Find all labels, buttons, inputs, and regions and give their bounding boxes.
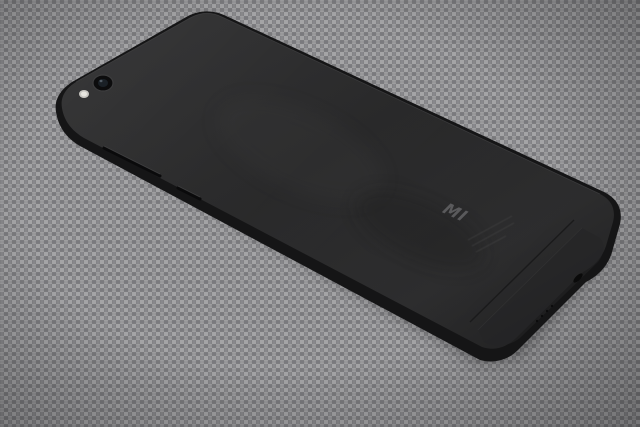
photo-scene: MI (0, 0, 640, 427)
phone-photo: MI (0, 0, 640, 427)
flash-icon (79, 90, 89, 98)
camera-module (92, 74, 114, 92)
